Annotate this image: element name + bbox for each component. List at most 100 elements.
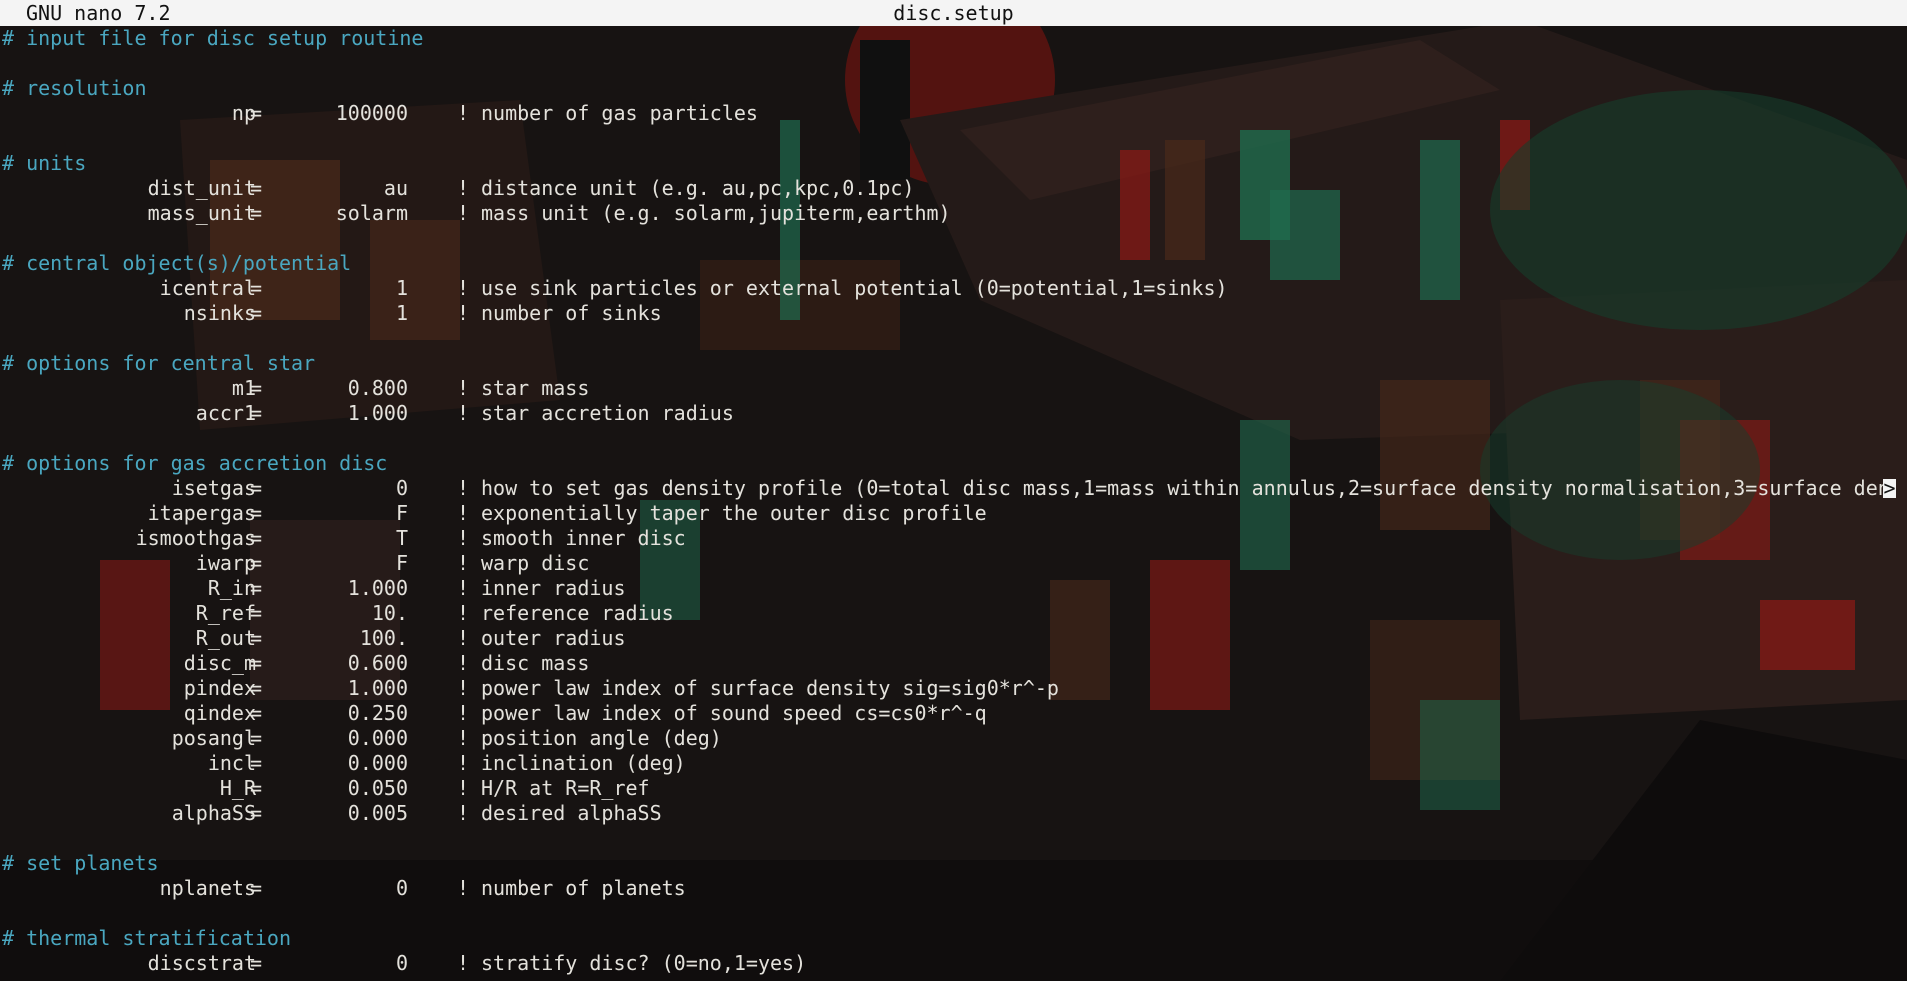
parameter-description: smooth inner disc	[481, 526, 686, 550]
comment-marker: !	[457, 301, 470, 325]
comment-marker: !	[457, 176, 470, 200]
parameter-line[interactable]: H_R = 0.050! H/R at R=R_ref	[0, 776, 1907, 801]
parameter-line[interactable]: alphaSS = 0.005! desired alphaSS	[0, 801, 1907, 826]
parameter-name: R_ref	[195, 601, 256, 625]
parameter-description: inner radius	[481, 576, 626, 600]
parameter-value: 1	[395, 301, 408, 325]
parameter-line[interactable]: incl = 0.000! inclination (deg)	[0, 751, 1907, 776]
parameter-value: F	[395, 551, 408, 575]
parameter-description: exponentially taper the outer disc profi…	[481, 501, 987, 525]
comment-line[interactable]: # thermal stratification	[0, 926, 1907, 951]
parameter-line[interactable]: nplanets = 0! number of planets	[0, 876, 1907, 901]
parameter-description: how to set gas density profile (0=total …	[481, 476, 1886, 500]
parameter-value: 0.600	[347, 651, 408, 675]
parameter-line[interactable]: disc_m = 0.600! disc mass	[0, 651, 1907, 676]
comment-line[interactable]: # options for central star	[0, 351, 1907, 376]
parameter-value: 0.000	[347, 751, 408, 775]
parameter-description: inclination (deg)	[481, 751, 686, 775]
blank-line[interactable]	[0, 326, 1907, 351]
blank-line[interactable]	[0, 901, 1907, 926]
blank-line[interactable]	[0, 51, 1907, 76]
equals-sign: =	[250, 751, 263, 775]
parameter-line[interactable]: itapergas = F! exponentially taper the oute…	[0, 501, 1907, 526]
blank-line[interactable]	[0, 126, 1907, 151]
parameter-value: 10.	[371, 601, 408, 625]
parameter-line[interactable]: np = 100000! number of gas particles	[0, 101, 1907, 126]
parameter-line[interactable]: discstrat = 0! stratify disc? (0=no,1=yes)	[0, 951, 1907, 976]
parameter-description: stratify disc? (0=no,1=yes)	[481, 951, 807, 975]
parameter-line[interactable]: m1 = 0.800! star mass	[0, 376, 1907, 401]
parameter-line[interactable]: isetgas = 0! how to set gas density profile…	[0, 476, 1907, 501]
parameter-value: 0.000	[347, 726, 408, 750]
equals-sign: =	[250, 501, 263, 525]
parameter-value: 1	[395, 276, 408, 300]
comment-text: # options for central star	[2, 351, 316, 375]
parameter-name: iwarp	[195, 551, 256, 575]
comment-marker: !	[457, 726, 470, 750]
comment-marker: !	[457, 801, 470, 825]
comment-marker: !	[457, 651, 470, 675]
parameter-name: mass_unit	[147, 201, 256, 225]
parameter-name: discstrat	[147, 951, 256, 975]
parameter-line[interactable]: posangl = 0.000! position angle (deg)	[0, 726, 1907, 751]
comment-marker: !	[457, 576, 470, 600]
equals-sign: =	[250, 176, 263, 200]
nano-title-bar: GNU nano 7.2 disc.setup	[0, 0, 1907, 26]
parameter-name: pindex	[183, 676, 256, 700]
parameter-value: 0	[395, 876, 408, 900]
parameter-line[interactable]: ismoothgas = T! smooth inner disc	[0, 526, 1907, 551]
comment-marker: !	[457, 201, 470, 225]
blank-line[interactable]	[0, 226, 1907, 251]
parameter-line[interactable]: dist_unit = au! distance unit (e.g. au,pc,k…	[0, 176, 1907, 201]
comment-line[interactable]: # resolution	[0, 76, 1907, 101]
parameter-description: star accretion radius	[481, 401, 734, 425]
parameter-name: incl	[207, 751, 256, 775]
parameter-description: desired alphaSS	[481, 801, 662, 825]
equals-sign: =	[250, 676, 263, 700]
parameter-value: 1.000	[347, 576, 408, 600]
parameter-line[interactable]: R_in = 1.000! inner radius	[0, 576, 1907, 601]
parameter-line[interactable]: qindex = 0.250! power law index of sound sp…	[0, 701, 1907, 726]
blank-line[interactable]	[0, 426, 1907, 451]
parameter-line[interactable]: pindex = 1.000! power law index of surface …	[0, 676, 1907, 701]
comment-line[interactable]: # input file for disc setup routine	[0, 26, 1907, 51]
parameter-name: icentral	[159, 276, 256, 300]
equals-sign: =	[250, 651, 263, 675]
parameter-name: R_out	[195, 626, 256, 650]
comment-line[interactable]: # central object(s)/potential	[0, 251, 1907, 276]
parameter-line[interactable]: accr1 = 1.000! star accretion radius	[0, 401, 1907, 426]
comment-marker: !	[457, 876, 470, 900]
parameter-value: 0.800	[347, 376, 408, 400]
comment-line[interactable]: # units	[0, 151, 1907, 176]
parameter-line[interactable]: icentral = 1! use sink particles or externa…	[0, 276, 1907, 301]
equals-sign: =	[250, 101, 263, 125]
parameter-line[interactable]: mass_unit = solarm! mass unit (e.g. solarm,…	[0, 201, 1907, 226]
comment-marker: !	[457, 951, 470, 975]
equals-sign: =	[250, 401, 263, 425]
parameter-name: dist_unit	[147, 176, 256, 200]
parameter-value: 0	[395, 476, 408, 500]
comment-text: # thermal stratification	[2, 926, 291, 950]
parameter-name: isetgas	[171, 476, 256, 500]
parameter-value: 0.250	[347, 701, 408, 725]
parameter-line[interactable]: nsinks = 1! number of sinks	[0, 301, 1907, 326]
comment-marker: !	[457, 776, 470, 800]
comment-marker: !	[457, 476, 470, 500]
parameter-line[interactable]: R_out = 100.! outer radius	[0, 626, 1907, 651]
comment-line[interactable]: # set planets	[0, 851, 1907, 876]
comment-marker: !	[457, 101, 470, 125]
parameter-description: reference radius	[481, 601, 674, 625]
parameter-name: alphaSS	[171, 801, 256, 825]
parameter-line[interactable]: R_ref = 10.! reference radius	[0, 601, 1907, 626]
parameter-value: solarm	[335, 201, 408, 225]
parameter-description: H/R at R=R_ref	[481, 776, 650, 800]
parameter-description: power law index of sound speed cs=cs0*r^…	[481, 701, 987, 725]
parameter-description: use sink particles or external potential…	[481, 276, 1228, 300]
blank-line[interactable]	[0, 826, 1907, 851]
parameter-line[interactable]: iwarp = F! warp disc	[0, 551, 1907, 576]
editor-text-area[interactable]: # input file for disc setup routine # res…	[0, 26, 1907, 976]
comment-line[interactable]: # options for gas accretion disc	[0, 451, 1907, 476]
equals-sign: =	[250, 776, 263, 800]
comment-marker: !	[457, 676, 470, 700]
parameter-description: number of planets	[481, 876, 686, 900]
